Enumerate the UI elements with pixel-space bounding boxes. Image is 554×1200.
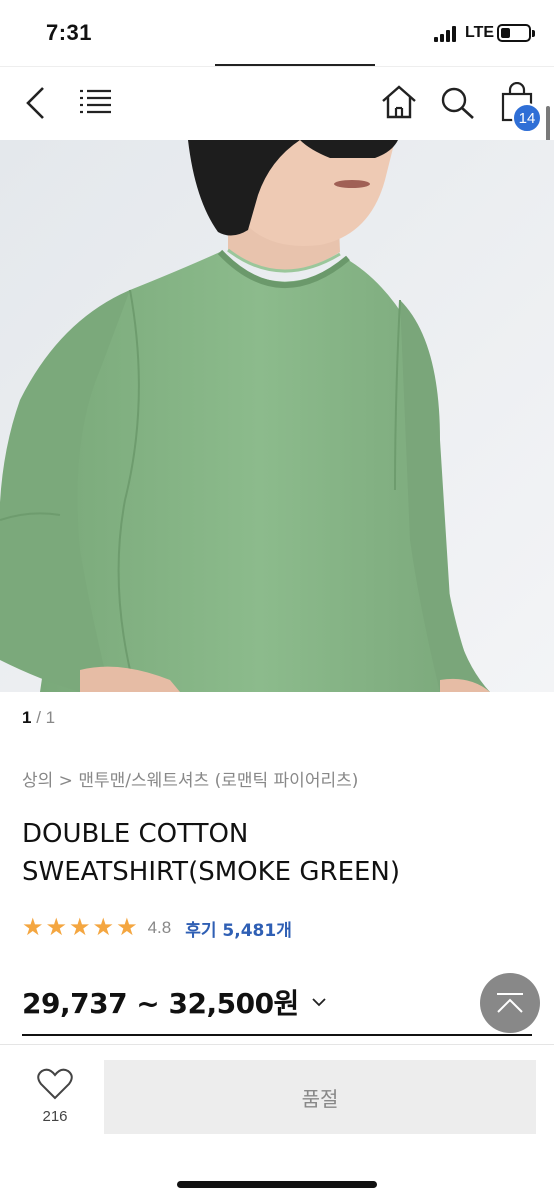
battery-cap [532,30,535,37]
breadcrumb[interactable]: 상의 > 맨투맨/스웨트셔츠 (로맨틱 파이어리츠) [22,766,358,791]
like-button[interactable] [30,1068,80,1105]
home-indicator [177,1181,377,1188]
rating-stars: ★ ★ ★ ★ ★ [22,916,138,940]
pager-total: / 1 [31,708,56,727]
cart-count-badge[interactable]: 14 [512,103,542,133]
price-row[interactable]: 29,737 ~ 32,500원 [22,982,327,1022]
star-icon: ★ [116,914,138,941]
product-image[interactable] [0,140,554,692]
price-divider [22,1034,532,1036]
product-title: DOUBLE COTTON SWEATSHIRT(SMOKE GREEN) [22,819,401,887]
rating-row: ★ ★ ★ ★ ★ 4.8 후기 5,481개 [22,914,292,942]
signal-strength-icon [434,26,458,42]
menu-icon[interactable] [80,88,112,116]
price-range: 29,737 ~ 32,500원 [22,987,299,1020]
home-icon[interactable] [381,84,417,120]
like-count: 216 [42,1108,68,1125]
image-pager: 1 / 1 [22,708,55,728]
star-icon: ★ [69,914,91,941]
chevron-down-icon[interactable] [311,994,327,1010]
sold-out-button[interactable]: 품절 [104,1060,536,1134]
search-icon[interactable] [440,86,476,120]
star-icon: ★ [22,914,44,941]
arrow-up-icon [497,993,523,1013]
star-icon: ★ [45,914,68,941]
scroll-to-top-button[interactable] [480,973,540,1033]
network-type: LTE [465,24,495,41]
status-bar: 7:31 LTE [0,0,554,66]
rating-value: 4.8 [147,918,172,937]
back-chevron-icon[interactable] [24,86,48,120]
status-time: 7:31 [46,20,93,45]
star-icon: ★ [92,914,115,941]
heart-icon [37,1068,73,1100]
product-photo [0,140,554,692]
battery-icon [497,24,531,42]
reviews-link[interactable]: 후기 5,481개 [185,916,292,941]
